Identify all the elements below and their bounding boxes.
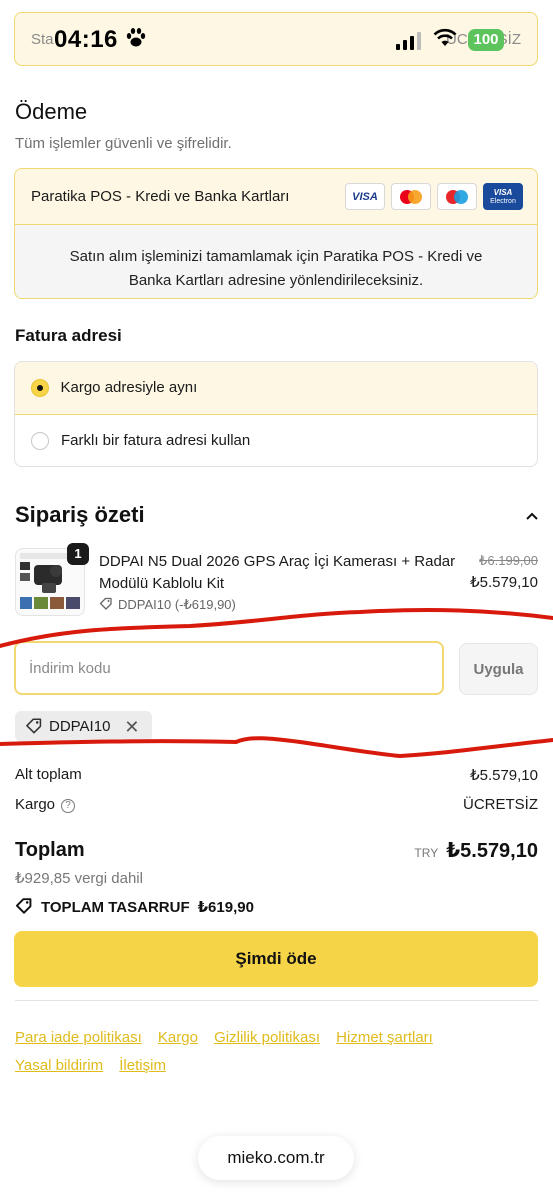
shipping-value: ÜCRETSİZ (463, 796, 538, 813)
contact-link[interactable]: İletişim (119, 1057, 166, 1074)
applied-discount-chip: DDPAI10 ✕ (15, 711, 152, 742)
visa-electron-label: VISA (493, 187, 513, 197)
legal-notice-link[interactable]: Yasal bildirim (15, 1057, 103, 1074)
question-icon[interactable]: ? (61, 799, 76, 813)
footer-links: Para iade politikası Kargo Gizlilik poli… (15, 1024, 540, 1080)
product-name: DDPAI N5 Dual 2026 GPS Araç İçi Kamerası… (99, 553, 456, 592)
total-savings: TOPLAM TASARRUF ₺619,90 (15, 896, 254, 918)
product-discounted-price: ₺5.579,10 (470, 574, 538, 591)
privacy-policy-link[interactable]: Gizlilik politikası (214, 1029, 320, 1046)
battery-indicator: 100 (468, 29, 504, 51)
payment-subtitle: Tüm işlemler güvenli ve şifrelidir. (15, 135, 232, 152)
terms-of-service-link[interactable]: Hizmet şartları (336, 1029, 433, 1046)
applied-discount-code: DDPAI10 (49, 718, 111, 735)
status-time: 04:16 (54, 26, 118, 53)
tax-included-note: ₺929,85 vergi dahil (15, 870, 143, 887)
tag-icon (15, 896, 33, 918)
refund-policy-link[interactable]: Para iade politikası (15, 1029, 142, 1046)
footer-divider (15, 1000, 538, 1001)
shipping-strip-left-text: Sta (31, 31, 54, 48)
payment-method-header[interactable]: Paratika POS - Kredi ve Banka Kartları V… (15, 169, 537, 225)
total-currency: TRY (414, 846, 439, 860)
total-label: Toplam (15, 839, 85, 861)
product-discount-text: DDPAI10 (-₺619,90) (118, 596, 236, 612)
payment-method-box[interactable]: Paratika POS - Kredi ve Banka Kartları V… (14, 168, 538, 299)
billing-address-options: Kargo adresiyle aynı Farklı bir fatura a… (14, 361, 538, 467)
maestro-icon (437, 183, 477, 210)
visa-card-icon: VISA (345, 183, 385, 210)
shipping-link[interactable]: Kargo (158, 1029, 198, 1046)
apply-discount-button[interactable]: Uygula (459, 643, 538, 695)
product-original-price: ₺6.199,00 (479, 553, 538, 568)
discount-code-input[interactable] (14, 641, 444, 695)
chevron-up-icon[interactable] (525, 508, 539, 526)
cellular-signal-icon (396, 32, 421, 50)
savings-label: TOPLAM TASARRUF (41, 898, 190, 916)
visa-electron-sublabel: Electron (490, 197, 516, 205)
tag-icon (25, 716, 43, 738)
quantity-badge: 1 (67, 543, 89, 565)
radio-selected-icon[interactable] (30, 378, 49, 397)
savings-value: ₺619,90 (197, 899, 254, 916)
shipping-row: Kargo? ÜCRETSİZ (15, 796, 538, 813)
billing-address-heading: Fatura adresi (15, 326, 122, 345)
remove-discount-icon[interactable]: ✕ (124, 718, 139, 736)
total-value: ₺5.579,10 (446, 840, 538, 862)
subtotal-value: ₺5.579,10 (470, 767, 538, 784)
product-discount: DDPAI10 (-₺619,90) (99, 596, 236, 613)
paw-icon (124, 26, 148, 56)
visa-card-label: VISA (352, 190, 378, 203)
mastercard-icon (391, 183, 431, 210)
order-summary-heading: Sipariş özeti (15, 502, 145, 527)
billing-different-address-option[interactable]: Farklı bir fatura adresi kullan (15, 415, 537, 467)
billing-option-label: Farklı bir fatura adresi kullan (61, 432, 251, 449)
tag-icon (99, 596, 113, 613)
card-logos: VISA VISA Electron (345, 183, 523, 210)
payment-heading: Ödeme (15, 99, 88, 124)
visa-electron-icon: VISA Electron (483, 183, 523, 210)
subtotal-label: Alt toplam (15, 766, 82, 783)
browser-url-bar[interactable]: mieko.com.tr (198, 1136, 354, 1180)
billing-same-as-shipping-option[interactable]: Kargo adresiyle aynı (15, 362, 537, 415)
subtotal-row: Alt toplam ₺5.579,10 (15, 766, 538, 784)
wifi-icon (432, 28, 458, 53)
payment-redirect-message: Satın alım işleminizi tamamlamak için Pa… (69, 248, 483, 289)
shipping-label: Kargo (15, 796, 56, 813)
billing-option-label: Kargo adresiyle aynı (60, 379, 198, 396)
pay-now-button[interactable]: Şimdi öde (14, 931, 538, 987)
radio-unselected-icon[interactable] (31, 431, 49, 450)
payment-method-name: Paratika POS - Kredi ve Banka Kartları (31, 188, 290, 205)
total-amount: TRY ₺5.579,10 (414, 838, 538, 863)
